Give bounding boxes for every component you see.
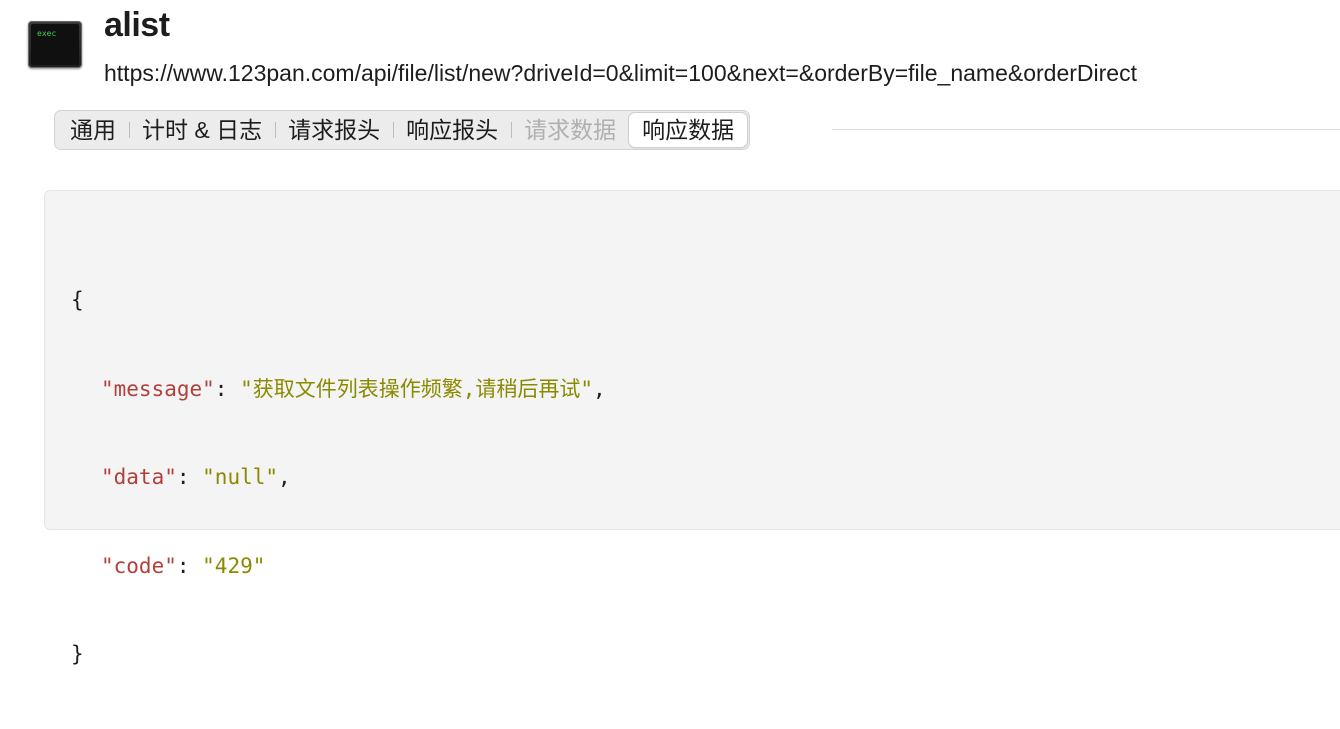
- json-field-code: "code": "429": [71, 552, 606, 582]
- json-separator: :: [176, 553, 203, 578]
- request-url: https://www.123pan.com/api/file/list/new…: [104, 60, 1137, 86]
- tab-request-headers[interactable]: 请求报头: [275, 113, 393, 147]
- json-viewer[interactable]: { "message": "获取文件列表操作频繁,请稍后再试", "data":…: [71, 227, 606, 729]
- json-field-data: "data": "null",: [71, 463, 606, 493]
- tab-divider-line: [832, 129, 1340, 130]
- tab-general[interactable]: 通用: [57, 113, 129, 147]
- json-close-brace: }: [71, 642, 84, 666]
- tab-response-headers[interactable]: 响应报头: [393, 113, 511, 147]
- response-body-panel[interactable]: { "message": "获取文件列表操作频繁,请稍后再试", "data":…: [44, 190, 1340, 666]
- json-key: "data": [101, 465, 177, 489]
- json-value: "null": [202, 465, 279, 489]
- json-value: "获取文件列表操作频繁,请稍后再试": [240, 376, 594, 401]
- tab-request-body: 请求数据: [511, 113, 629, 147]
- request-title: alist: [104, 6, 170, 44]
- json-open-brace: {: [71, 288, 84, 312]
- json-key: "message": [101, 376, 215, 401]
- terminal-screen: exec: [31, 24, 79, 65]
- json-value: "429": [202, 553, 266, 578]
- tab-timing-log[interactable]: 计时 & 日志: [129, 113, 275, 147]
- json-separator: :: [176, 465, 203, 489]
- json-field-message: "message": "获取文件列表操作频繁,请稍后再试",: [71, 375, 606, 405]
- json-key: "code": [101, 553, 177, 578]
- terminal-app-icon: exec: [28, 21, 82, 68]
- json-comma: ,: [593, 376, 606, 401]
- json-comma: ,: [278, 465, 291, 489]
- detail-tabs: 通用 计时 & 日志 请求报头 响应报头 请求数据 响应数据: [54, 110, 751, 150]
- exec-label: exec: [37, 29, 57, 38]
- tab-response-body[interactable]: 响应数据: [629, 113, 748, 147]
- json-separator: :: [214, 376, 241, 401]
